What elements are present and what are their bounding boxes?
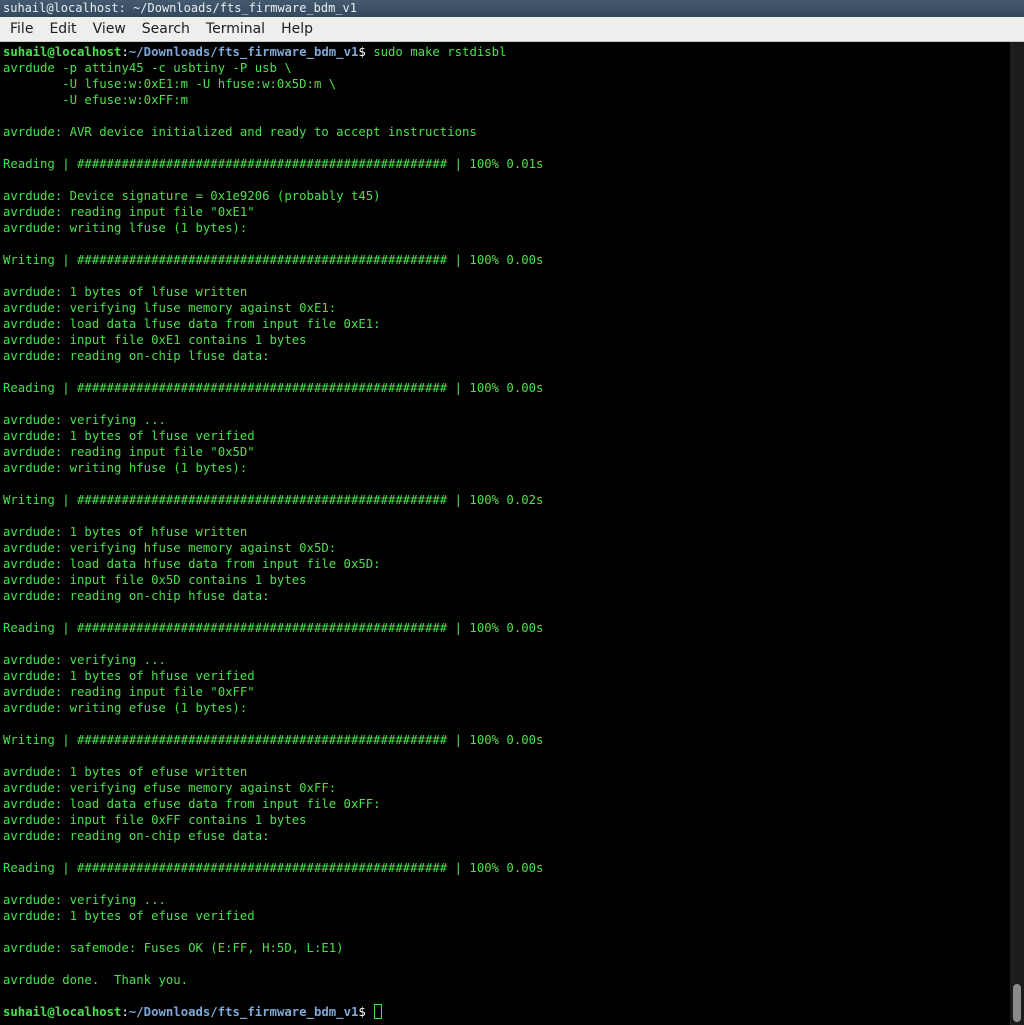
menu-file[interactable]: File [2, 17, 41, 41]
output-line: avrdude: 1 bytes of hfuse verified [3, 669, 255, 683]
output-line: avrdude done. Thank you. [3, 973, 189, 987]
output-line: avrdude: reading input file "0xE1" [3, 205, 255, 219]
output-line: avrdude: writing efuse (1 bytes): [3, 701, 248, 715]
output-line: avrdude: 1 bytes of efuse verified [3, 909, 255, 923]
output-line: -U efuse:w:0xFF:m [3, 93, 189, 107]
output-line: avrdude: input file 0xFF contains 1 byte… [3, 813, 307, 827]
output-line: Reading | ##############################… [3, 157, 544, 171]
terminal-output-area[interactable]: suhail@localhost:~/Downloads/fts_firmwar… [0, 42, 1010, 1025]
output-line: -U lfuse:w:0xE1:m -U hfuse:w:0x5D:m \ [3, 77, 337, 91]
menu-edit[interactable]: Edit [41, 17, 84, 41]
output-line: avrdude: reading input file "0x5D" [3, 445, 255, 459]
command-output: avrdude -p attiny45 -c usbtiny -P usb \ … [3, 60, 1010, 1004]
prompt-dollar: $ [358, 1005, 374, 1019]
output-line: avrdude: verifying lfuse memory against … [3, 301, 337, 315]
output-line: avrdude: safemode: Fuses OK (E:FF, H:5D,… [3, 941, 344, 955]
output-line: avrdude: verifying efuse memory against … [3, 781, 337, 795]
prompt-dollar: $ [358, 45, 374, 59]
output-line: Writing | ##############################… [3, 253, 544, 267]
output-line: avrdude: verifying hfuse memory against … [3, 541, 337, 555]
output-line: avrdude: input file 0x5D contains 1 byte… [3, 573, 307, 587]
output-line: avrdude -p attiny45 -c usbtiny -P usb \ [3, 61, 292, 75]
output-line: avrdude: reading input file "0xFF" [3, 685, 255, 699]
output-line: avrdude: 1 bytes of efuse written [3, 765, 248, 779]
output-line: avrdude: load data lfuse data from input… [3, 317, 381, 331]
text-cursor [374, 1004, 383, 1019]
output-line: Reading | ##############################… [3, 381, 544, 395]
output-line: avrdude: load data efuse data from input… [3, 797, 381, 811]
menu-view[interactable]: View [85, 17, 134, 41]
prompt-path: ~/Downloads/fts_firmware_bdm_v1 [128, 45, 359, 59]
command-text: sudo make rstdisbl [373, 45, 507, 59]
output-line: avrdude: verifying ... [3, 653, 166, 667]
vertical-scrollbar[interactable] [1010, 42, 1024, 1025]
output-line: avrdude: verifying ... [3, 893, 166, 907]
prompt-path: ~/Downloads/fts_firmware_bdm_v1 [128, 1005, 359, 1019]
menu-bar: File Edit View Search Terminal Help [0, 17, 1024, 42]
output-line: avrdude: writing hfuse (1 bytes): [3, 461, 248, 475]
output-line: avrdude: load data hfuse data from input… [3, 557, 381, 571]
output-line: avrdude: reading on-chip lfuse data: [3, 349, 270, 363]
output-line: avrdude: verifying ... [3, 413, 166, 427]
terminal-window: suhail@localhost: ~/Downloads/fts_firmwa… [0, 0, 1024, 1025]
output-line: Writing | ##############################… [3, 733, 544, 747]
prompt-separator: : [121, 1005, 129, 1019]
scrollbar-thumb[interactable] [1013, 984, 1021, 1022]
output-line: Reading | ##############################… [3, 621, 544, 635]
output-line: Writing | ##############################… [3, 493, 544, 507]
prompt-user: suhail@localhost [3, 1005, 122, 1019]
menu-help[interactable]: Help [273, 17, 321, 41]
output-line: avrdude: writing lfuse (1 bytes): [3, 221, 248, 235]
output-line: avrdude: Device signature = 0x1e9206 (pr… [3, 189, 381, 203]
output-line: avrdude: reading on-chip hfuse data: [3, 589, 270, 603]
output-line: avrdude: 1 bytes of lfuse written [3, 285, 248, 299]
menu-terminal[interactable]: Terminal [198, 17, 273, 41]
command-prompt-line: suhail@localhost:~/Downloads/fts_firmwar… [3, 44, 1010, 60]
output-line: Reading | ##############################… [3, 861, 544, 875]
active-prompt-line[interactable]: suhail@localhost:~/Downloads/fts_firmwar… [3, 1004, 1010, 1020]
window-title: suhail@localhost: ~/Downloads/fts_firmwa… [0, 0, 1024, 17]
output-line: avrdude: 1 bytes of lfuse verified [3, 429, 255, 443]
output-line: avrdude: reading on-chip efuse data: [3, 829, 270, 843]
output-line: avrdude: 1 bytes of hfuse written [3, 525, 248, 539]
output-line: avrdude: input file 0xE1 contains 1 byte… [3, 333, 307, 347]
prompt-separator: : [121, 45, 129, 59]
menu-search[interactable]: Search [134, 17, 198, 41]
prompt-user: suhail@localhost [3, 45, 122, 59]
output-line: avrdude: AVR device initialized and read… [3, 125, 477, 139]
